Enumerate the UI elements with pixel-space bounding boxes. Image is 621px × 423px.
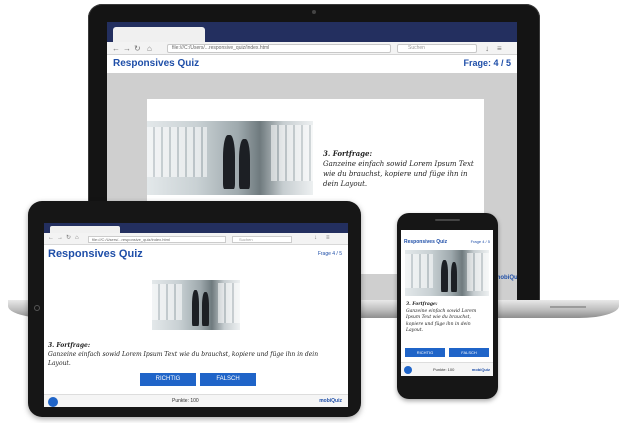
- person-figure: [239, 139, 250, 189]
- reload-icon[interactable]: ↻: [134, 43, 141, 54]
- false-button[interactable]: FALSCH: [200, 373, 256, 386]
- download-icon[interactable]: ↓: [314, 233, 317, 244]
- home-icon[interactable]: ⌂: [75, 233, 79, 244]
- window-pattern: [405, 254, 433, 288]
- home-icon[interactable]: ⌂: [147, 43, 152, 54]
- quiz-footer: Punkte: 100 mobiQuiz: [44, 394, 348, 407]
- question-text: 3. Fortfrage: Ganzeine einfach sowid Lor…: [323, 149, 475, 189]
- browser-tab[interactable]: [113, 27, 205, 42]
- question-text: 3. Fortfrage: Ganzeine einfach sowid Lor…: [406, 302, 488, 335]
- search-input[interactable]: Suchen: [232, 236, 292, 243]
- person-figure: [223, 135, 235, 189]
- window-pattern: [147, 127, 207, 177]
- address-bar[interactable]: file:///C:/Users/...responsive_quiz/inde…: [167, 44, 391, 53]
- false-button[interactable]: FALSCH: [449, 348, 489, 357]
- browser-tab[interactable]: [50, 226, 120, 233]
- question-image: [405, 250, 489, 296]
- question-body: Ganzeine einfach sowid Lorem Ipsum Text …: [406, 308, 477, 334]
- download-icon[interactable]: ↓: [485, 43, 489, 54]
- search-input[interactable]: Suchen: [397, 44, 477, 53]
- browser-titlebar: [44, 223, 348, 233]
- window-pattern: [271, 125, 313, 181]
- back-icon[interactable]: ←: [48, 233, 54, 244]
- true-button[interactable]: RICHTIG: [140, 373, 196, 386]
- score-text: Punkte: 100: [172, 398, 199, 404]
- quiz-title: Responsives Quiz: [113, 58, 200, 69]
- forward-icon[interactable]: →: [57, 233, 63, 244]
- person-figure: [441, 260, 448, 292]
- quiz-footer: Punkte: 100 mobiQuiz: [401, 362, 493, 376]
- menu-icon[interactable]: ≡: [326, 233, 330, 244]
- brand-logo: mobiQuiz: [495, 275, 517, 281]
- question-body: Ganzeine einfach sowid Lorem Ipsum Text …: [48, 351, 319, 367]
- question-image: [147, 121, 313, 195]
- window-pattern: [467, 253, 489, 291]
- quiz-title: Responsives Quiz: [404, 239, 448, 245]
- question-label: 3. Fortfrage:: [323, 149, 373, 158]
- quiz-header: Responsives Quiz Frage: 4 / 5: [107, 55, 517, 73]
- question-counter: Frage 4 / 5: [317, 251, 342, 257]
- progress-indicator: [48, 397, 58, 407]
- window-pattern: [218, 283, 240, 323]
- tablet-camera: [34, 305, 40, 311]
- question-text: 3. Fortfrage: Ganzeine einfach sowid Lor…: [48, 341, 342, 368]
- window-pattern: [152, 284, 182, 320]
- reload-icon[interactable]: ↻: [66, 233, 71, 244]
- brand-logo: mobiQuiz: [319, 398, 342, 404]
- address-bar[interactable]: file:///C:/Users/...responsive_quiz/inde…: [88, 236, 226, 243]
- browser-titlebar: [107, 22, 517, 42]
- true-button[interactable]: RICHTIG: [405, 348, 445, 357]
- score-text: Punkte: 100: [433, 367, 455, 372]
- question-label: 3. Fortfrage:: [406, 302, 438, 307]
- laptop-camera: [312, 10, 316, 14]
- browser-toolbar: ← → ↻ ⌂ file:///C:/Users/...responsive_q…: [107, 42, 517, 55]
- phone-speaker: [435, 219, 460, 221]
- question-counter: Frage: 4 / 5: [463, 58, 511, 68]
- question-label: 3. Fortfrage:: [48, 342, 91, 349]
- tablet-screen: ← → ↻ ⌂ file:///C:/Users/...responsive_q…: [44, 223, 348, 407]
- progress-indicator: [404, 366, 412, 374]
- back-icon[interactable]: ←: [112, 43, 120, 54]
- person-figure: [202, 292, 209, 326]
- phone-screen: Responsives Quiz Frage 4 / 5 3. Fortfrag…: [401, 230, 493, 376]
- brand-logo: mobiQuiz: [471, 367, 490, 372]
- quiz-title: Responsives Quiz: [48, 248, 143, 260]
- person-figure: [451, 262, 457, 292]
- question-body: Ganzeine einfach sowid Lorem Ipsum Text …: [323, 160, 474, 188]
- question-image: [152, 280, 240, 330]
- menu-icon[interactable]: ≡: [497, 43, 502, 54]
- laptop-speaker: [550, 306, 586, 308]
- quiz-header: Responsives Quiz Frage 4 / 5: [401, 230, 493, 247]
- browser-toolbar: ← → ↻ ⌂ file:///C:/Users/...responsive_q…: [44, 233, 348, 245]
- forward-icon[interactable]: →: [123, 43, 131, 54]
- question-counter: Frage 4 / 5: [470, 239, 490, 244]
- person-figure: [192, 290, 199, 326]
